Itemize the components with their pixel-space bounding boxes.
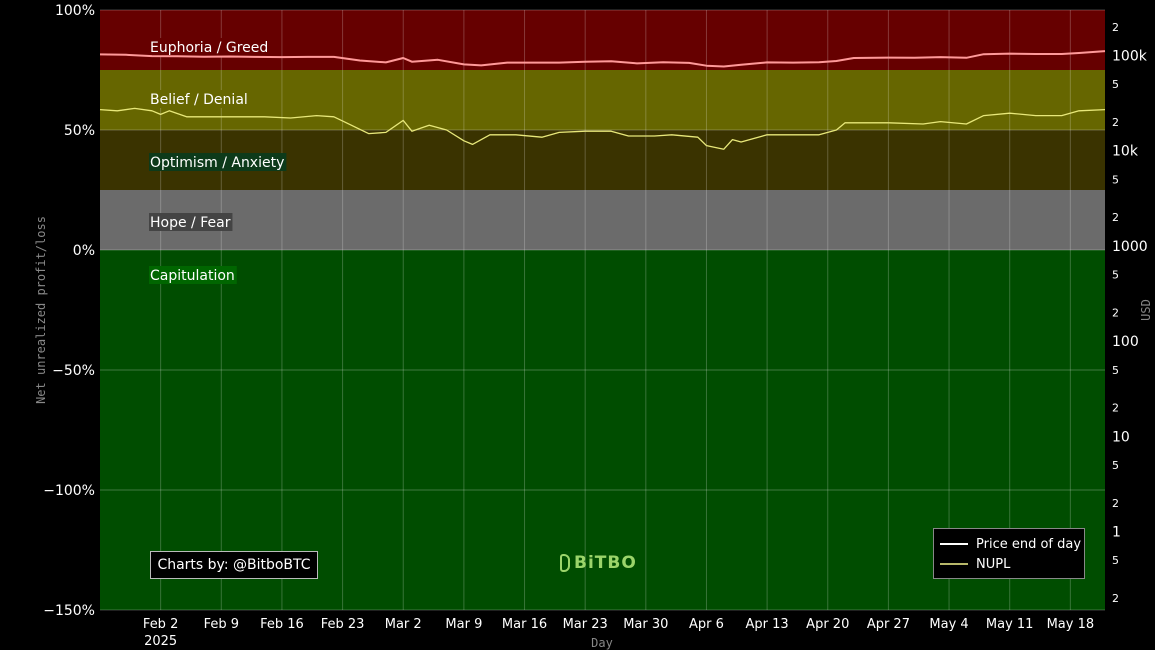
x-tick-label: May 4 [929, 617, 968, 632]
right-y-minor-tick-label: 2 [1112, 402, 1119, 415]
right-y-tick-label: 100 [1112, 334, 1139, 350]
x-tick-label: Mar 16 [502, 617, 547, 632]
x-tick-label: Feb 9 [204, 617, 239, 632]
x-tick-sublabel: 2025 [144, 634, 177, 649]
left-y-tick-label: 0% [73, 243, 95, 259]
left-y-axis-title: Net unrealized profit/loss [34, 216, 48, 404]
right-y-minor-tick-label: 5 [1112, 364, 1119, 377]
zone-label-0: Euphoria / Greed [150, 40, 268, 56]
right-y-tick-label: 100k [1112, 48, 1148, 64]
left-y-tick-label: 50% [64, 123, 95, 139]
x-tick-label: May 11 [986, 617, 1034, 632]
x-tick-label: Feb 16 [260, 617, 304, 632]
zone-band-1 [100, 70, 1105, 130]
right-y-minor-tick-label: 5 [1112, 269, 1119, 282]
right-y-minor-tick-label: 2 [1112, 592, 1119, 605]
x-tick-label: May 18 [1047, 617, 1095, 632]
legend-item-price[interactable]: Price end of day [940, 535, 1081, 553]
x-tick-label: Apr 27 [867, 617, 910, 632]
right-y-tick-label: 1000 [1112, 239, 1148, 255]
zone-band-3 [100, 190, 1105, 250]
x-tick-label: Mar 2 [385, 617, 422, 632]
x-tick-label: Apr 20 [806, 617, 849, 632]
x-axis-title: Day [591, 636, 613, 650]
legend-swatch-nupl [940, 563, 968, 565]
zone-label-2: Optimism / Anxiety [150, 155, 284, 171]
right-y-minor-tick-label: 2 [1112, 497, 1119, 510]
zone-label-3: Hope / Fear [150, 215, 231, 231]
bitbo-logo-text: BiTBO [574, 553, 637, 573]
right-y-minor-tick-label: 2 [1112, 306, 1119, 319]
left-y-tick-label: −50% [52, 363, 95, 379]
left-y-axis: 100% 50% 0% −50% −100% −150% [43, 3, 95, 619]
right-y-minor-tick-label: 5 [1112, 554, 1119, 567]
legend-label-price: Price end of day [976, 536, 1082, 552]
zone-label-1: Belief / Denial [150, 92, 248, 108]
legend-item-nupl[interactable]: NUPL [940, 555, 1010, 573]
right-y-tick-label: 10 [1112, 429, 1130, 445]
left-y-tick-label: −150% [43, 603, 95, 619]
x-tick-label: Feb 23 [321, 617, 365, 632]
right-y-minor-tick-label: 2 [1112, 21, 1119, 34]
x-tick-label: Feb 2 [143, 617, 178, 632]
left-y-tick-label: 100% [55, 3, 95, 19]
x-tick-label: Mar 9 [445, 617, 482, 632]
x-tick-label: Apr 6 [689, 617, 724, 632]
zone-bands [100, 10, 1105, 610]
credit-text: Charts by: @BitboBTC [157, 557, 311, 573]
x-axis: Feb 2 2025 Feb 9 Feb 16 Feb 23 Mar 2 Mar 9 Mar … [143, 617, 1094, 649]
right-y-minor-tick-label: 2 [1112, 211, 1119, 224]
legend-label-nupl: NUPL [976, 556, 1011, 572]
right-y-minor-tick-label: 2 [1112, 116, 1119, 129]
legend-swatch-price [940, 543, 968, 545]
right-y-minor-tick-label: 5 [1112, 78, 1119, 91]
zone-label-4: Capitulation [150, 268, 235, 284]
x-tick-label: Mar 23 [563, 617, 608, 632]
right-y-minor-tick-label: 5 [1112, 173, 1119, 186]
x-tick-label: Apr 13 [746, 617, 789, 632]
right-y-axis-title: USD [1139, 299, 1153, 321]
right-y-tick-label: 1 [1112, 525, 1121, 541]
legend[interactable]: Price end of day NUPL [933, 528, 1085, 579]
x-tick-label: Mar 30 [623, 617, 668, 632]
credit-box: Charts by: @BitboBTC [150, 551, 318, 579]
right-y-tick-label: 10k [1112, 144, 1139, 160]
bitbo-logo-icon [560, 554, 570, 572]
right-y-minor-tick-label: 5 [1112, 459, 1119, 472]
bitbo-logo: BiTBO [560, 551, 637, 575]
left-y-tick-label: −100% [43, 483, 95, 499]
